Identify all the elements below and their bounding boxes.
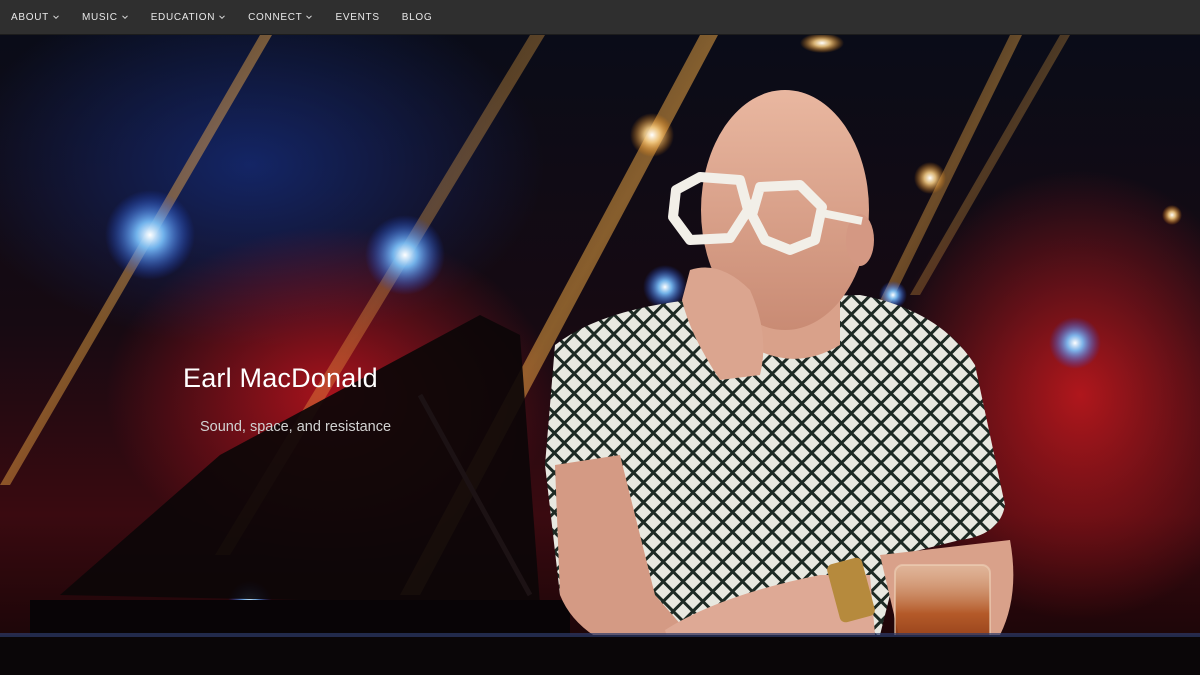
nav-item-label: EDUCATION [150,11,216,23]
nav-item-music[interactable]: MUSIC [82,0,129,35]
nav-item-events[interactable]: EVENTS [335,0,379,35]
tagline: Sound, space, and resistance [200,419,392,435]
nav-item-blog[interactable]: BLOG [402,0,433,35]
chevron-down-icon [306,15,313,20]
page-title: Earl MacDonald [183,363,378,393]
nav-item-education[interactable]: EDUCATION [151,0,226,35]
nav-item-label: EVENTS [335,11,380,23]
nav-item-label: ABOUT [11,11,49,23]
hero-photo [0,35,1200,675]
hero-banner: Earl MacDonald Sound, space, and resista… [0,35,1200,675]
nav-item-label: BLOG [401,11,433,23]
chevron-down-icon [53,15,59,20]
nav-item-label: CONNECT [248,11,303,23]
main-navigation: ABOUT MUSIC EDUCATION CONNECT EVENTS BLO… [0,0,1200,35]
chevron-down-icon [121,15,128,20]
nav-item-about[interactable]: ABOUT [11,0,60,35]
chevron-down-icon [219,15,225,20]
nav-item-connect[interactable]: CONNECT [248,0,313,35]
nav-item-label: MUSIC [81,11,118,23]
